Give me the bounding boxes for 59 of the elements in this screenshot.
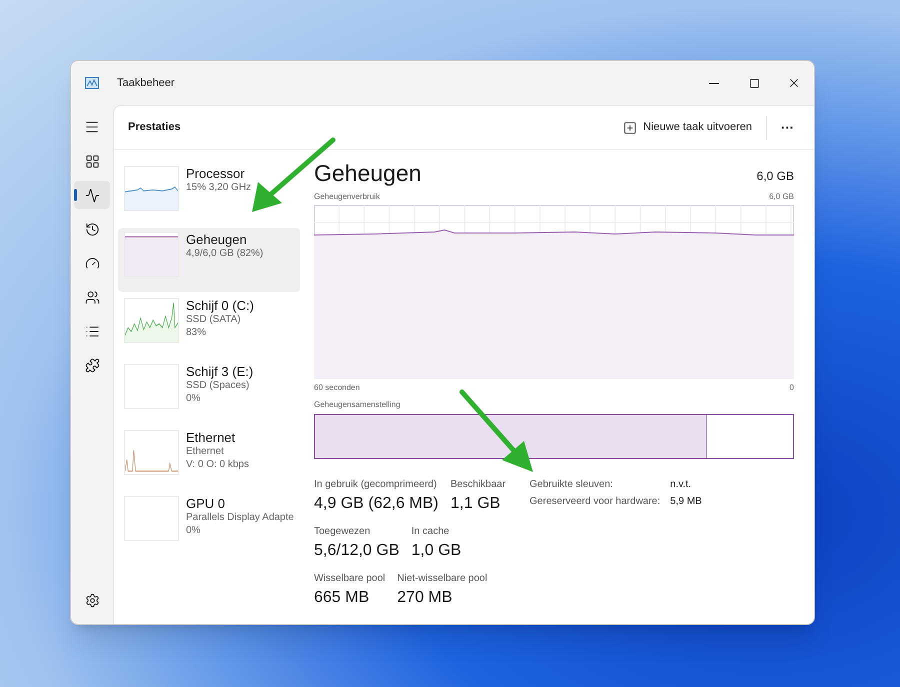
- stat-label: In gebruik (gecomprimeerd): [314, 478, 438, 492]
- window-title: Taakbeheer: [117, 76, 174, 91]
- total-memory: 6,0 GB: [756, 168, 794, 185]
- device-item[interactable]: Schijf 3 (E:) SSD (Spaces) 0%: [118, 360, 300, 424]
- new-task-button[interactable]: Nieuwe taak uitvoeren: [617, 115, 758, 140]
- stat-value: 270 MB: [397, 588, 454, 608]
- device-detail: 4,9/6,0 GB (82%): [186, 248, 264, 261]
- device-detail: V: 0 O: 0 kbps: [186, 458, 249, 472]
- device-detail: Ethernet: [186, 446, 225, 459]
- mini-graph: [124, 298, 179, 343]
- stat-value: 1,0 GB: [411, 541, 462, 561]
- device-name: Schijf 3 (E:): [186, 364, 254, 380]
- stat-label: Wisselbare pool: [314, 572, 386, 586]
- device-detail: SSD (SATA): [186, 314, 242, 327]
- maximize-icon: [748, 78, 760, 88]
- minimize-icon: [709, 82, 719, 84]
- stat-value: 4,9 GB (62,6 MB): [314, 494, 438, 514]
- device-detail: SSD (Spaces): [186, 380, 250, 393]
- device-item[interactable]: Ethernet Ethernet V: 0 O: 0 kbps: [118, 426, 300, 490]
- chart-label: Geheugensamenstelling: [314, 399, 402, 411]
- mini-graph: [124, 166, 179, 211]
- device-detail: Parallels Display Adapte: [186, 512, 294, 525]
- app-icon: [85, 77, 99, 89]
- menu-icon: [84, 119, 100, 135]
- stat-label: Niet-wisselbare pool: [397, 572, 488, 586]
- stat-label: Toegewezen: [314, 525, 372, 539]
- stat-label: In cache: [411, 525, 450, 539]
- device-detail: 83%: [186, 326, 208, 340]
- stat-value: 5,6/12,0 GB: [314, 541, 400, 561]
- info-label: Gereserveerd voor hardware:: [530, 495, 660, 509]
- mini-graph: [124, 430, 179, 475]
- stat-value: 665 MB: [314, 588, 370, 608]
- device-item[interactable]: Geheugen 4,9/6,0 GB (82%): [118, 228, 300, 292]
- device-name: Geheugen: [186, 232, 248, 248]
- detail-title: Geheugen: [314, 162, 422, 185]
- new-task-icon: [623, 120, 638, 134]
- info-label: Gebruikte sleuven:: [530, 478, 614, 492]
- device-name: Processor: [186, 166, 246, 182]
- chart-max-label: 6,0 GB: [769, 191, 794, 203]
- stat-label: Beschikbaar: [450, 478, 506, 492]
- pulse-icon[interactable]: [74, 181, 110, 209]
- device-name: GPU 0: [186, 496, 226, 512]
- device-name: Ethernet: [186, 430, 236, 446]
- device-item[interactable]: Processor 15% 3,20 GHz: [118, 162, 300, 226]
- axis-label: 0: [790, 382, 794, 394]
- device-detail: 0%: [186, 524, 202, 538]
- mini-graph: [124, 232, 179, 277]
- more-button[interactable]: ···: [775, 118, 800, 138]
- device-item[interactable]: Schijf 0 (C:) SSD (SATA) 83%: [118, 294, 300, 358]
- device-name: Schijf 0 (C:): [186, 298, 254, 314]
- axis-label: 60 seconden: [314, 382, 360, 394]
- stat-value: 1,1 GB: [450, 494, 502, 514]
- info-value: 5,9 MB: [670, 495, 702, 509]
- device-detail: 0%: [186, 392, 202, 406]
- page-title: Prestaties: [128, 120, 181, 136]
- device-detail: 15% 3,20 GHz: [186, 182, 252, 195]
- device-item[interactable]: GPU 0 Parallels Display Adapte 0%: [118, 492, 300, 556]
- info-value: n.v.t.: [670, 478, 692, 492]
- chart-label: Geheugenverbruik: [314, 191, 380, 203]
